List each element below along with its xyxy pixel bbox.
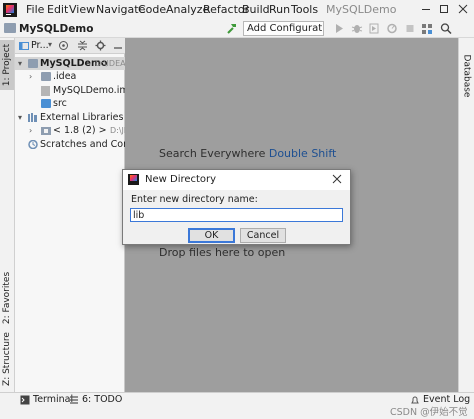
folder-icon xyxy=(41,72,51,81)
collapsed-arrow-icon: › xyxy=(29,72,33,81)
ok-button[interactable]: OK xyxy=(188,228,235,243)
expanded-arrow-icon: ▾ xyxy=(18,59,23,68)
cancel-button[interactable]: Cancel xyxy=(240,228,286,243)
build-hammer-icon[interactable] xyxy=(226,22,238,35)
tree-item-iml[interactable]: MySQLDemo.iml xyxy=(15,84,125,97)
minimize-icon[interactable] xyxy=(419,2,433,16)
directory-name-input[interactable] xyxy=(130,208,343,222)
profile-icon[interactable] xyxy=(386,22,398,35)
tree-root-path: D:\IDEA xyxy=(95,59,125,68)
window-title: MySQLDemo xyxy=(326,3,397,16)
tab-favorites-label: 2: Favorites xyxy=(2,271,12,325)
coverage-icon[interactable] xyxy=(368,22,380,35)
search-everywhere-label: Search Everywhere xyxy=(159,147,266,160)
add-configuration-button[interactable]: Add Configuration... xyxy=(243,21,324,36)
tree-src-label: src xyxy=(53,98,67,109)
settings-gear-icon[interactable] xyxy=(95,40,106,51)
search-icon[interactable] xyxy=(440,22,452,35)
tab-terminal[interactable]: Terminal xyxy=(33,394,73,406)
directory-name-prompt: Enter new directory name: xyxy=(131,194,258,205)
locate-file-icon[interactable] xyxy=(58,40,69,51)
tree-jdk-path: D:\JDK8 xyxy=(110,126,125,135)
project-folder-icon xyxy=(4,23,16,33)
tree-item-jdk[interactable]: › < 1.8 (2) > D:\JDK8 xyxy=(15,124,125,137)
project-view-selector[interactable]: Pr... xyxy=(31,40,49,52)
expanded-arrow-icon: ▾ xyxy=(18,113,23,122)
tree-item-idea[interactable]: › .idea xyxy=(15,70,125,83)
tab-structure[interactable]: Z: Structure xyxy=(0,330,14,388)
dialog-title: New Directory xyxy=(145,174,217,185)
breadcrumb-project[interactable]: MySQLDemo xyxy=(19,22,93,36)
menu-file[interactable]: File xyxy=(26,3,44,17)
jdk-folder-icon xyxy=(41,126,51,135)
tree-item-root[interactable]: ▾ MySQLDemo D:\IDEA xyxy=(15,57,125,70)
tab-favorites[interactable]: 2: Favorites xyxy=(0,270,14,326)
scratches-icon xyxy=(28,140,38,149)
todo-icon xyxy=(69,395,79,405)
tree-scratches-label: Scratches and Console xyxy=(40,139,125,150)
iml-file-icon xyxy=(41,86,50,96)
tree-jdk-label: < 1.8 (2) > xyxy=(53,125,107,136)
stop-icon[interactable] xyxy=(404,22,416,35)
tab-project-label: 1: Project xyxy=(2,43,13,87)
menu-run[interactable]: Run xyxy=(269,3,290,17)
tree-item-src[interactable]: src xyxy=(15,97,125,110)
search-everywhere-shortcut: Double Shift xyxy=(268,147,337,160)
libraries-icon xyxy=(28,113,38,122)
intellij-logo-icon xyxy=(3,3,17,17)
intellij-logo-icon xyxy=(128,174,139,185)
debug-icon[interactable] xyxy=(351,22,363,35)
drop-files-hint: Drop files here to open xyxy=(159,246,286,259)
tab-database-label: Database xyxy=(461,54,472,98)
tab-todo[interactable]: 6: TODO xyxy=(82,394,122,406)
tree-idea-label: .idea xyxy=(53,71,77,82)
project-structure-icon[interactable] xyxy=(421,22,433,35)
collapsed-arrow-icon: › xyxy=(29,126,33,135)
tree-external-libraries-label: External Libraries xyxy=(40,112,124,123)
tree-item-scratches[interactable]: Scratches and Console xyxy=(15,138,125,151)
dialog-close-icon[interactable] xyxy=(331,173,343,185)
project-view-icon xyxy=(19,41,29,51)
menu-tools[interactable]: Tools xyxy=(291,3,318,17)
tab-database[interactable]: Database xyxy=(459,46,473,106)
terminal-icon xyxy=(20,395,30,405)
search-everywhere-hint: Search Everywhere Double Shift xyxy=(159,147,336,160)
csdn-watermark: CSDN @伊始不觉 xyxy=(390,407,468,418)
collapse-all-icon[interactable] xyxy=(77,40,88,51)
project-folder-icon xyxy=(28,59,38,68)
run-icon[interactable] xyxy=(333,22,345,35)
menu-build[interactable]: Build xyxy=(242,3,270,17)
window-close-icon[interactable] xyxy=(456,2,470,16)
source-folder-icon xyxy=(41,99,51,108)
menu-view[interactable]: View xyxy=(69,3,95,17)
menu-edit[interactable]: Edit xyxy=(47,3,68,17)
menu-code[interactable]: Code xyxy=(138,3,166,17)
tree-item-external-libraries[interactable]: ▾ External Libraries xyxy=(15,111,125,124)
tab-project[interactable]: 1: Project xyxy=(0,40,14,90)
view-selector-chevron-down-icon[interactable]: ▾ xyxy=(48,39,52,51)
tab-structure-label: Z: Structure xyxy=(2,332,12,386)
hide-panel-icon[interactable] xyxy=(113,40,123,51)
maximize-icon[interactable] xyxy=(437,2,451,16)
tree-iml-label: MySQLDemo.iml xyxy=(53,85,125,96)
